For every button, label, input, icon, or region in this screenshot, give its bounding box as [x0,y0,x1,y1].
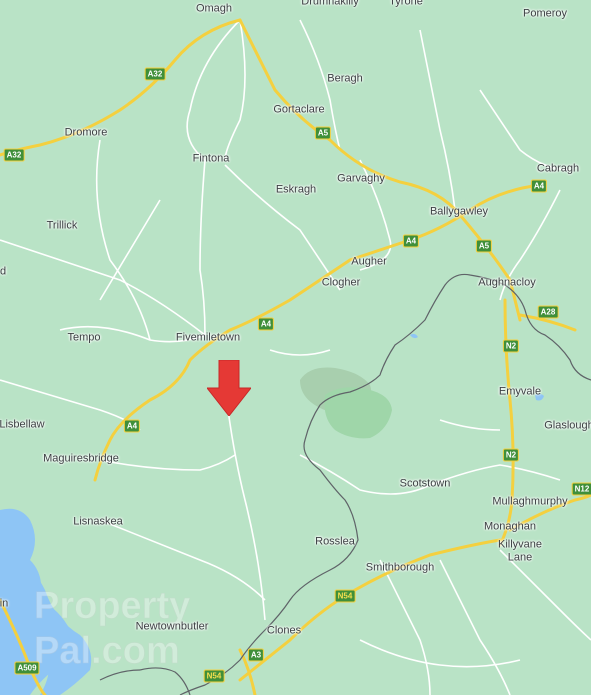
place-tempo[interactable]: Tempo [67,332,100,345]
road-shield-a4: A4 [402,234,420,248]
road-shield-n2: N2 [502,339,520,353]
place-maguiresbridge[interactable]: Maguiresbridge [43,453,119,466]
place-aughnacloy[interactable]: Aughnacloy [478,277,536,290]
place-newtownbutler[interactable]: Newtownbutler [136,621,209,634]
place-lisbellaw[interactable]: Lisbellaw [0,419,45,432]
place-trillick[interactable]: Trillick [47,220,78,233]
place-eskragh[interactable]: Eskragh [276,184,316,197]
road-shield-a3: A3 [247,648,265,662]
place-mullaghmurphy[interactable]: Mullaghmurphy [492,496,567,509]
place-rosslea[interactable]: Rosslea [315,536,355,549]
place-drumnakilly[interactable]: Drumnakilly [301,0,358,8]
map-canvas[interactable]: Property Pal.com Omagh Drumnakilly Tyron… [0,0,591,695]
place-fintona[interactable]: Fintona [193,153,230,166]
road-shield-a509: A509 [14,661,40,675]
place-scotstown[interactable]: Scotstown [400,478,451,491]
place-d-partial: d [0,265,7,278]
place-cabragh[interactable]: Cabragh [537,163,579,176]
place-tyrone[interactable]: Tyrone [389,0,423,8]
road-shield-n2: N2 [502,448,520,462]
place-lisnaskea[interactable]: Lisnaskea [73,516,123,529]
place-monaghan[interactable]: Monaghan [484,521,536,534]
road-shield-a32: A32 [144,67,166,81]
location-arrow-icon[interactable] [207,360,251,416]
road-shield-n54: N54 [334,589,356,603]
road-shield-a4: A4 [123,419,141,433]
place-pomeroy[interactable]: Pomeroy [523,8,567,21]
place-smithborough[interactable]: Smithborough [366,562,435,575]
road-a5-north [238,18,522,322]
road-shield-n54: N54 [203,669,225,683]
place-garvaghy[interactable]: Garvaghy [337,173,385,186]
road-shield-a32: A32 [3,148,25,162]
road-shield-a5: A5 [475,239,493,253]
small-lake-2 [410,333,418,339]
place-augher[interactable]: Augher [351,256,386,269]
park-area-green [324,387,392,439]
place-fivemiletown[interactable]: Fivemiletown [176,332,240,345]
place-clones[interactable]: Clones [267,625,301,638]
place-emyvale[interactable]: Emyvale [499,386,541,399]
road-shield-a4: A4 [530,179,548,193]
place-dromore[interactable]: Dromore [65,127,108,140]
place-clogher[interactable]: Clogher [322,277,361,290]
road-shield-a5: A5 [314,126,332,140]
road-a32 [0,18,242,157]
road-shield-a4: A4 [257,317,275,331]
location-arrow-shape [207,360,251,416]
place-gortaclare[interactable]: Gortaclare [273,104,324,117]
place-glaslough[interactable]: Glaslough [544,420,591,433]
place-omagh[interactable]: Omagh [196,3,232,16]
place-ballygawley[interactable]: Ballygawley [430,206,488,219]
place-killyvane-lane[interactable]: Killyvane Lane [498,538,542,563]
place-in-partial: in [0,597,9,610]
road-shield-n12: N12 [571,482,591,496]
place-beragh[interactable]: Beragh [327,73,362,86]
svg-text:Pal.com: Pal.com [34,630,180,672]
road-shield-a28: A28 [537,305,559,319]
